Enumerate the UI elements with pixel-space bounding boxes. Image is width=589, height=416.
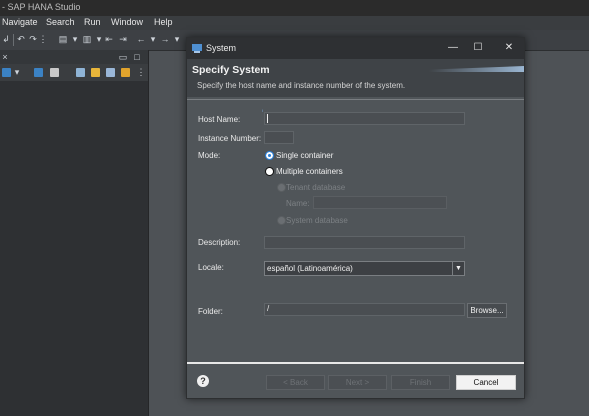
forward-arrow-icon[interactable]: → bbox=[160, 34, 170, 44]
panel-toolbar: ▾ ⋮ bbox=[0, 64, 148, 81]
open-resource-icon[interactable]: ▥ bbox=[82, 34, 92, 44]
description-label: Description: bbox=[198, 238, 241, 247]
back-button[interactable]: < Back bbox=[266, 375, 325, 390]
menu-bar: Navigate Search Run Window Help bbox=[0, 16, 589, 30]
chevron-down-icon[interactable]: ▾ bbox=[12, 67, 22, 77]
menu-item-navigate[interactable]: Navigate bbox=[2, 17, 38, 27]
tenant-name-input bbox=[313, 196, 447, 209]
multiple-containers-label[interactable]: Multiple containers bbox=[276, 167, 343, 176]
more-icon[interactable]: ⋮ bbox=[38, 34, 48, 44]
open-type-icon[interactable]: ▤ bbox=[58, 34, 68, 44]
banner-divider bbox=[187, 99, 524, 100]
multiple-containers-radio[interactable] bbox=[265, 167, 274, 176]
browse-button[interactable]: Browse... bbox=[467, 303, 507, 318]
menu-item-window[interactable]: Window bbox=[111, 17, 143, 27]
system-database-radio bbox=[277, 216, 286, 225]
system-dialog: System — ☐ ✕ Specify System Specify the … bbox=[186, 37, 525, 399]
dialog-title: System bbox=[206, 43, 237, 53]
locale-select[interactable]: español (Latinoamérica) ▼ bbox=[264, 261, 465, 276]
panel-header: × ▭ □ bbox=[0, 50, 148, 64]
system-database-label: System database bbox=[286, 216, 348, 225]
locale-label: Locale: bbox=[198, 263, 224, 272]
chevron-down-icon[interactable]: ▾ bbox=[70, 34, 80, 44]
prev-edit-icon[interactable]: ⇤ bbox=[104, 34, 114, 44]
dialog-banner: Specify System Specify the host name and… bbox=[187, 59, 524, 97]
system-icon bbox=[192, 44, 202, 53]
collapse-icon[interactable] bbox=[76, 68, 85, 77]
more-icon[interactable]: ⋮ bbox=[136, 67, 146, 77]
chevron-down-icon[interactable]: ▼ bbox=[452, 262, 464, 275]
sql-console-icon[interactable] bbox=[34, 68, 43, 77]
folder-input[interactable]: / bbox=[264, 303, 465, 316]
minimize-icon[interactable]: ▭ bbox=[118, 52, 128, 62]
mode-label: Mode: bbox=[198, 151, 221, 160]
tenant-database-label: Tenant database bbox=[286, 183, 346, 192]
filter-icon[interactable] bbox=[50, 68, 59, 77]
locale-value: español (Latinoamérica) bbox=[267, 264, 353, 273]
menu-item-search[interactable]: Search bbox=[46, 17, 75, 27]
instance-number-label: Instance Number: bbox=[198, 134, 262, 143]
host-name-label: Host Name: bbox=[198, 115, 241, 124]
banner-decoration bbox=[429, 66, 524, 72]
undo-icon[interactable]: ↶ bbox=[16, 34, 26, 44]
add-system-icon[interactable] bbox=[2, 68, 11, 77]
chevron-down-icon[interactable]: ▾ bbox=[148, 34, 158, 44]
single-container-label[interactable]: Single container bbox=[276, 151, 333, 160]
back-arrow-icon[interactable]: ← bbox=[136, 34, 146, 44]
folder-icon[interactable] bbox=[91, 68, 100, 77]
description-input[interactable] bbox=[264, 236, 465, 249]
host-name-input[interactable]: ⁱ bbox=[262, 110, 465, 125]
next-button[interactable]: Next > bbox=[328, 375, 387, 390]
dialog-titlebar: System — ☐ ✕ bbox=[187, 38, 524, 59]
text-cursor bbox=[267, 114, 268, 123]
close-icon[interactable]: ✕ bbox=[499, 41, 519, 55]
info-icon: ⁱ bbox=[262, 110, 264, 116]
minimize-icon[interactable]: — bbox=[443, 41, 463, 55]
tenant-database-radio bbox=[277, 183, 286, 192]
app-title: - SAP HANA Studio bbox=[2, 2, 81, 12]
help-icon[interactable]: ? bbox=[197, 375, 209, 387]
menu-item-help[interactable]: Help bbox=[154, 17, 173, 27]
banner-subtitle: Specify the host name and instance numbe… bbox=[197, 81, 406, 90]
instance-number-input[interactable] bbox=[264, 131, 294, 144]
folder-label: Folder: bbox=[198, 307, 223, 316]
refresh-icon[interactable] bbox=[121, 68, 130, 77]
next-edit-icon[interactable]: ⇥ bbox=[118, 34, 128, 44]
app-titlebar: - SAP HANA Studio bbox=[0, 0, 589, 16]
folder-value: / bbox=[267, 304, 270, 313]
menu-item-run[interactable]: Run bbox=[84, 17, 101, 27]
dialog-footer: ? < Back Next > Finish Cancel bbox=[187, 365, 524, 398]
maximize-icon[interactable]: □ bbox=[132, 52, 142, 62]
toolbar-separator bbox=[13, 34, 14, 46]
maximize-icon[interactable]: ☐ bbox=[468, 41, 488, 55]
chevron-down-icon[interactable]: ▾ bbox=[172, 34, 182, 44]
redo-icon[interactable]: ↷ bbox=[28, 34, 38, 44]
banner-title: Specify System bbox=[192, 64, 270, 76]
single-container-radio[interactable] bbox=[265, 151, 274, 160]
left-panel: × ▭ □ ▾ ⋮ bbox=[0, 50, 149, 416]
chevron-down-icon[interactable]: ▾ bbox=[94, 34, 104, 44]
panel-close-icon[interactable]: × bbox=[0, 52, 10, 62]
tenant-name-label: Name: bbox=[286, 199, 310, 208]
footer-divider bbox=[187, 362, 524, 364]
finish-button[interactable]: Finish bbox=[391, 375, 450, 390]
arrow-icon[interactable]: ↲ bbox=[1, 34, 11, 44]
cancel-button[interactable]: Cancel bbox=[456, 375, 516, 390]
save-icon[interactable] bbox=[106, 68, 115, 77]
